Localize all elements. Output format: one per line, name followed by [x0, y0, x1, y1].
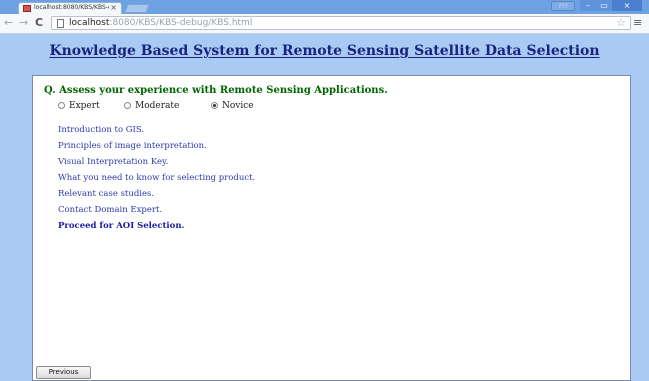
- page-icon: [57, 19, 64, 28]
- radio-expert[interactable]: Expert: [58, 100, 100, 113]
- bookmark-star-icon[interactable]: ☆: [616, 15, 626, 31]
- link-visual-key[interactable]: Visual Interpretation Key.: [58, 157, 168, 167]
- maximize-button[interactable]: ▭: [596, 0, 612, 11]
- menu-icon[interactable]: ≡: [633, 15, 642, 31]
- link-intro-gis[interactable]: Introduction to GIS.: [58, 125, 144, 135]
- radio-label-moderate: Moderate: [135, 101, 180, 111]
- radio-circle-expert[interactable]: [58, 102, 65, 109]
- previous-button[interactable]: Previous: [36, 366, 91, 379]
- url-path: :8080/KBS/KBS-debug/KBS.html: [109, 18, 253, 28]
- radio-label-expert: Expert: [69, 101, 100, 111]
- new-tab-button[interactable]: [124, 4, 150, 13]
- content-panel: Q. Assess your experience with Remote Se…: [32, 75, 631, 381]
- back-arrow-icon[interactable]: ←: [4, 16, 13, 30]
- url-host: localhost: [69, 18, 110, 28]
- link-selecting-product[interactable]: What you need to know for selecting prod…: [58, 173, 255, 183]
- forward-arrow-icon[interactable]: →: [19, 16, 28, 30]
- window-close-button[interactable]: ×: [612, 0, 642, 11]
- radio-circle-moderate[interactable]: [124, 102, 131, 109]
- radio-label-novice: Novice: [222, 101, 254, 111]
- tab-close-icon[interactable]: ×: [110, 3, 117, 13]
- reload-icon[interactable]: C: [35, 16, 43, 30]
- tab-title: localhost:8080/KBS/KBS-deb: [34, 4, 109, 11]
- browser-titlebar: localhost:8080/KBS/KBS-deb × ??? – ▭ ×: [0, 0, 649, 14]
- browser-tab[interactable]: localhost:8080/KBS/KBS-deb ×: [18, 2, 122, 14]
- radio-moderate[interactable]: Moderate: [124, 100, 179, 113]
- favicon-icon: [23, 5, 31, 12]
- page-body: Knowledge Based System for Remote Sensin…: [0, 35, 649, 381]
- link-case-studies[interactable]: Relevant case studies.: [58, 189, 154, 199]
- link-proceed-aoi[interactable]: Proceed for AOI Selection.: [58, 221, 184, 231]
- minimize-button[interactable]: –: [580, 0, 596, 11]
- link-contact-expert[interactable]: Contact Domain Expert.: [58, 205, 162, 215]
- url-text[interactable]: localhost:8080/KBS/KBS-debug/KBS.html: [69, 17, 252, 30]
- address-bar[interactable]: localhost:8080/KBS/KBS-debug/KBS.html: [51, 16, 631, 30]
- user-profile-button[interactable]: ???: [551, 1, 575, 11]
- radio-circle-novice[interactable]: [211, 102, 218, 109]
- page-title: Knowledge Based System for Remote Sensin…: [49, 43, 600, 59]
- radio-novice[interactable]: Novice: [211, 100, 254, 113]
- link-image-interpretation[interactable]: Principles of image interpretation.: [58, 141, 207, 151]
- question-text: Q. Assess your experience with Remote Se…: [44, 85, 388, 96]
- browser-toolbar: ← → C localhost:8080/KBS/KBS-debug/KBS.h…: [0, 14, 649, 34]
